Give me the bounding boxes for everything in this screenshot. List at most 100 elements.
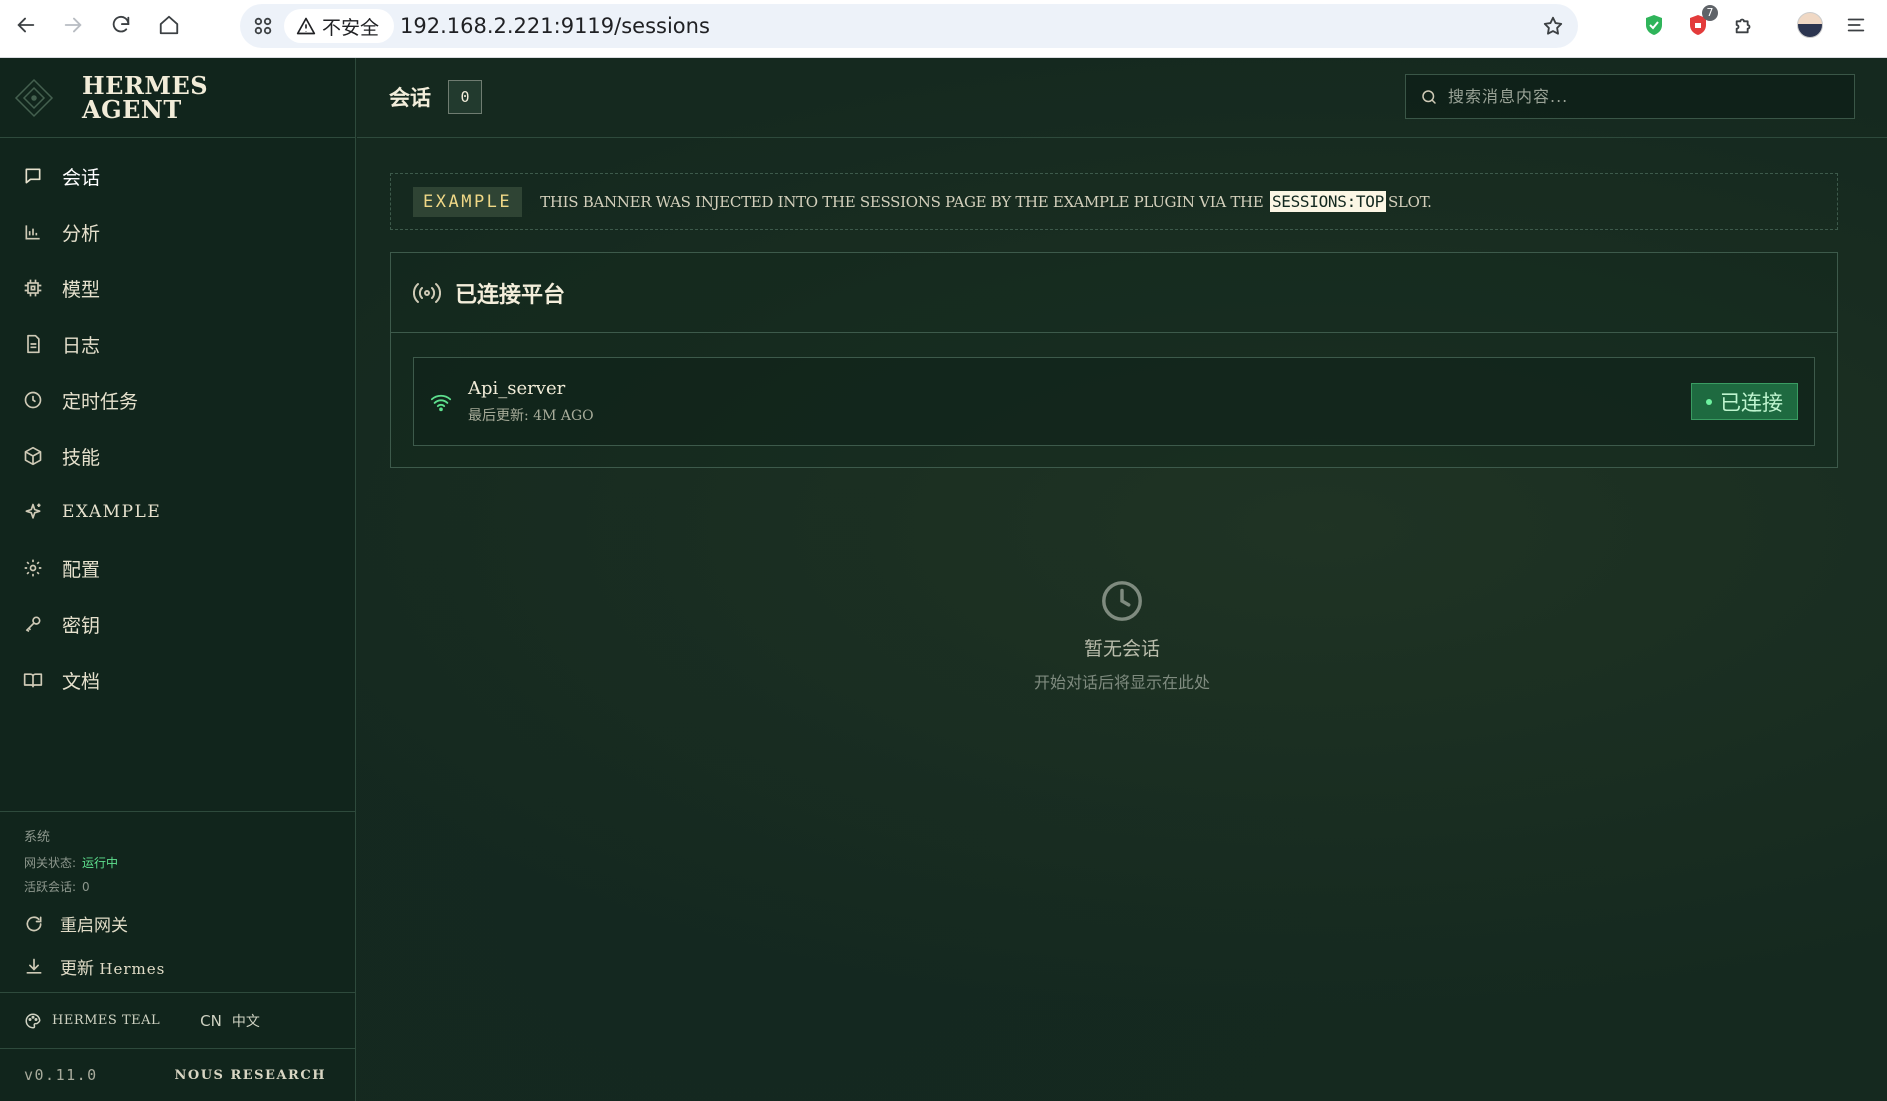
address-bar[interactable]: 不安全 192.168.2.221:9119/sessions: [240, 4, 1578, 48]
sidebar-footer: v0.11.0 NOUS RESEARCH: [0, 1048, 356, 1101]
shield-check-icon: [1646, 15, 1662, 35]
book-icon: [22, 669, 44, 691]
sidebar-item-logs[interactable]: 日志: [0, 316, 355, 372]
brand[interactable]: HERMES AGENT: [0, 58, 355, 138]
avatar: [1797, 12, 1823, 38]
active-sessions-value: 0: [82, 880, 90, 894]
version-label: v0.11.0: [24, 1066, 98, 1084]
home-icon: [159, 15, 179, 35]
plugin-banner: EXAMPLE THIS BANNER WAS INJECTED INTO TH…: [390, 173, 1838, 230]
language-name: 中文: [231, 1013, 260, 1030]
site-security-chip[interactable]: 不安全: [284, 9, 394, 43]
language-code: CN: [200, 1011, 222, 1030]
menu-icon: [1847, 18, 1865, 32]
bar-chart-icon: [22, 221, 44, 243]
reload-button[interactable]: [103, 7, 139, 43]
sidebar-item-docs[interactable]: 文档: [0, 652, 355, 708]
reload-icon: [112, 15, 130, 33]
brand-line-2: AGENT: [82, 94, 182, 124]
key-icon: [22, 613, 44, 635]
sidebar-item-analytics[interactable]: 分析: [0, 204, 355, 260]
org-link[interactable]: NOUS RESEARCH: [175, 1068, 327, 1083]
restart-gateway-button[interactable]: 重启网关: [24, 902, 332, 945]
logo-icon: [14, 78, 54, 117]
back-button[interactable]: [8, 7, 44, 43]
empty-state-title: 暂无会话: [1083, 638, 1160, 660]
document-icon: [22, 333, 44, 355]
profile-button[interactable]: [1794, 9, 1826, 41]
puzzle-icon: [1735, 18, 1751, 34]
gateway-status-value: 运行中: [82, 856, 119, 870]
download-icon: [26, 958, 42, 974]
empty-state-subtitle: 开始对话后将显示在此处: [1033, 673, 1210, 692]
search-icon: [1422, 89, 1436, 104]
sidebar-item-label: 模型: [62, 278, 101, 301]
banner-slot-code: SESSIONS:TOP: [1269, 191, 1386, 212]
search-input[interactable]: [1448, 87, 1838, 106]
sidebar-item-label: 定时任务: [62, 390, 139, 413]
security-label: 不安全: [322, 16, 380, 39]
sidebar-item-label: 会话: [62, 166, 101, 189]
url-text[interactable]: 192.168.2.221:9119/sessions: [400, 4, 710, 48]
platform-item[interactable]: Api_server 最后更新: 4M AGO 已连接: [413, 357, 1815, 446]
sidebar-item-label: 密钥: [62, 614, 101, 637]
update-hermes-button[interactable]: 更新 Hermes: [24, 945, 332, 988]
cpu-icon: [22, 277, 44, 299]
system-caption: 系统: [24, 830, 51, 845]
sidebar-item-models[interactable]: 模型: [0, 260, 355, 316]
sidebar-item-label: 技能: [62, 446, 101, 469]
sparkle-icon: [22, 501, 44, 523]
page-title: 会话: [389, 86, 431, 110]
connected-platforms-title: 已连接平台: [455, 282, 566, 308]
theme-language-bar: HERMES TEAL CN 中文: [0, 992, 356, 1048]
platform-last-updated: 最后更新: 4M AGO: [468, 408, 594, 424]
apps-icon: [254, 17, 272, 35]
active-sessions-label: 活跃会话:: [24, 880, 77, 894]
sidebar-item-label: 日志: [62, 334, 101, 357]
sidebar-item-label: EXAMPLE: [62, 502, 162, 522]
language-switcher[interactable]: CN 中文: [200, 1011, 260, 1031]
platform-info: Api_server 最后更新: 4M AGO: [468, 378, 594, 425]
platform-name: Api_server: [468, 378, 566, 399]
arrow-left-icon: [17, 17, 35, 33]
theme-switcher[interactable]: HERMES TEAL: [52, 1013, 160, 1028]
bookmark-button[interactable]: [1538, 11, 1568, 41]
status-label: 已连接: [1720, 390, 1783, 415]
extension-adblock-button[interactable]: 7: [1682, 5, 1718, 41]
app-root: HERMES AGENT 会话 分析 模型 日志 定时任务 技能 EXAMPLE…: [0, 58, 1887, 1101]
banner-tag: EXAMPLE: [413, 186, 523, 217]
forward-button[interactable]: [55, 7, 91, 43]
browser-menu-button[interactable]: [1840, 9, 1872, 41]
system-panel: 系统 网关状态: 运行中 活跃会话: 0 重启网关 更新 Hermes: [0, 811, 356, 988]
sidebar-item-example[interactable]: EXAMPLE: [0, 484, 355, 540]
sidebar-nav: 会话 分析 模型 日志 定时任务 技能 EXAMPLE 配置 密钥 文档: [0, 138, 355, 708]
extension-shield-button[interactable]: [1638, 9, 1670, 41]
sidebar-item-config[interactable]: 配置: [0, 540, 355, 596]
extensions-button[interactable]: [1728, 9, 1760, 41]
status-dot: [1706, 398, 1712, 405]
message-search[interactable]: [1405, 74, 1855, 119]
sidebar-item-sessions[interactable]: 会话: [0, 148, 355, 204]
sidebar-item-label: 文档: [62, 670, 101, 693]
sidebar-item-keys[interactable]: 密钥: [0, 596, 355, 652]
banner-text-before: THIS BANNER WAS INJECTED INTO THE SESSIO…: [540, 192, 1264, 211]
update-prefix: 更新: [60, 959, 94, 979]
sidebar-item-cron[interactable]: 定时任务: [0, 372, 355, 428]
refresh-icon: [26, 915, 42, 931]
status-badge: 已连接: [1691, 383, 1798, 420]
warning-icon: [296, 17, 316, 35]
gear-icon: [22, 557, 44, 579]
package-icon: [22, 445, 44, 467]
connected-platforms-card: 已连接平台 Api_server 最后更新: 4M AGO 已连接: [390, 252, 1838, 468]
gateway-status: 网关状态: 运行中: [24, 854, 332, 871]
empty-state: 暂无会话 开始对话后将显示在此处: [357, 578, 1887, 693]
sidebar-item-label: 分析: [62, 222, 101, 245]
star-icon: [1543, 16, 1563, 35]
gateway-status-label: 网关状态:: [24, 856, 77, 870]
home-button[interactable]: [151, 7, 187, 43]
page-header: 会话 0: [357, 58, 1887, 138]
restart-gateway-label: 重启网关: [60, 916, 128, 936]
site-controls-button[interactable]: [248, 11, 278, 41]
clock-icon: [22, 389, 44, 411]
sidebar-item-skills[interactable]: 技能: [0, 428, 355, 484]
